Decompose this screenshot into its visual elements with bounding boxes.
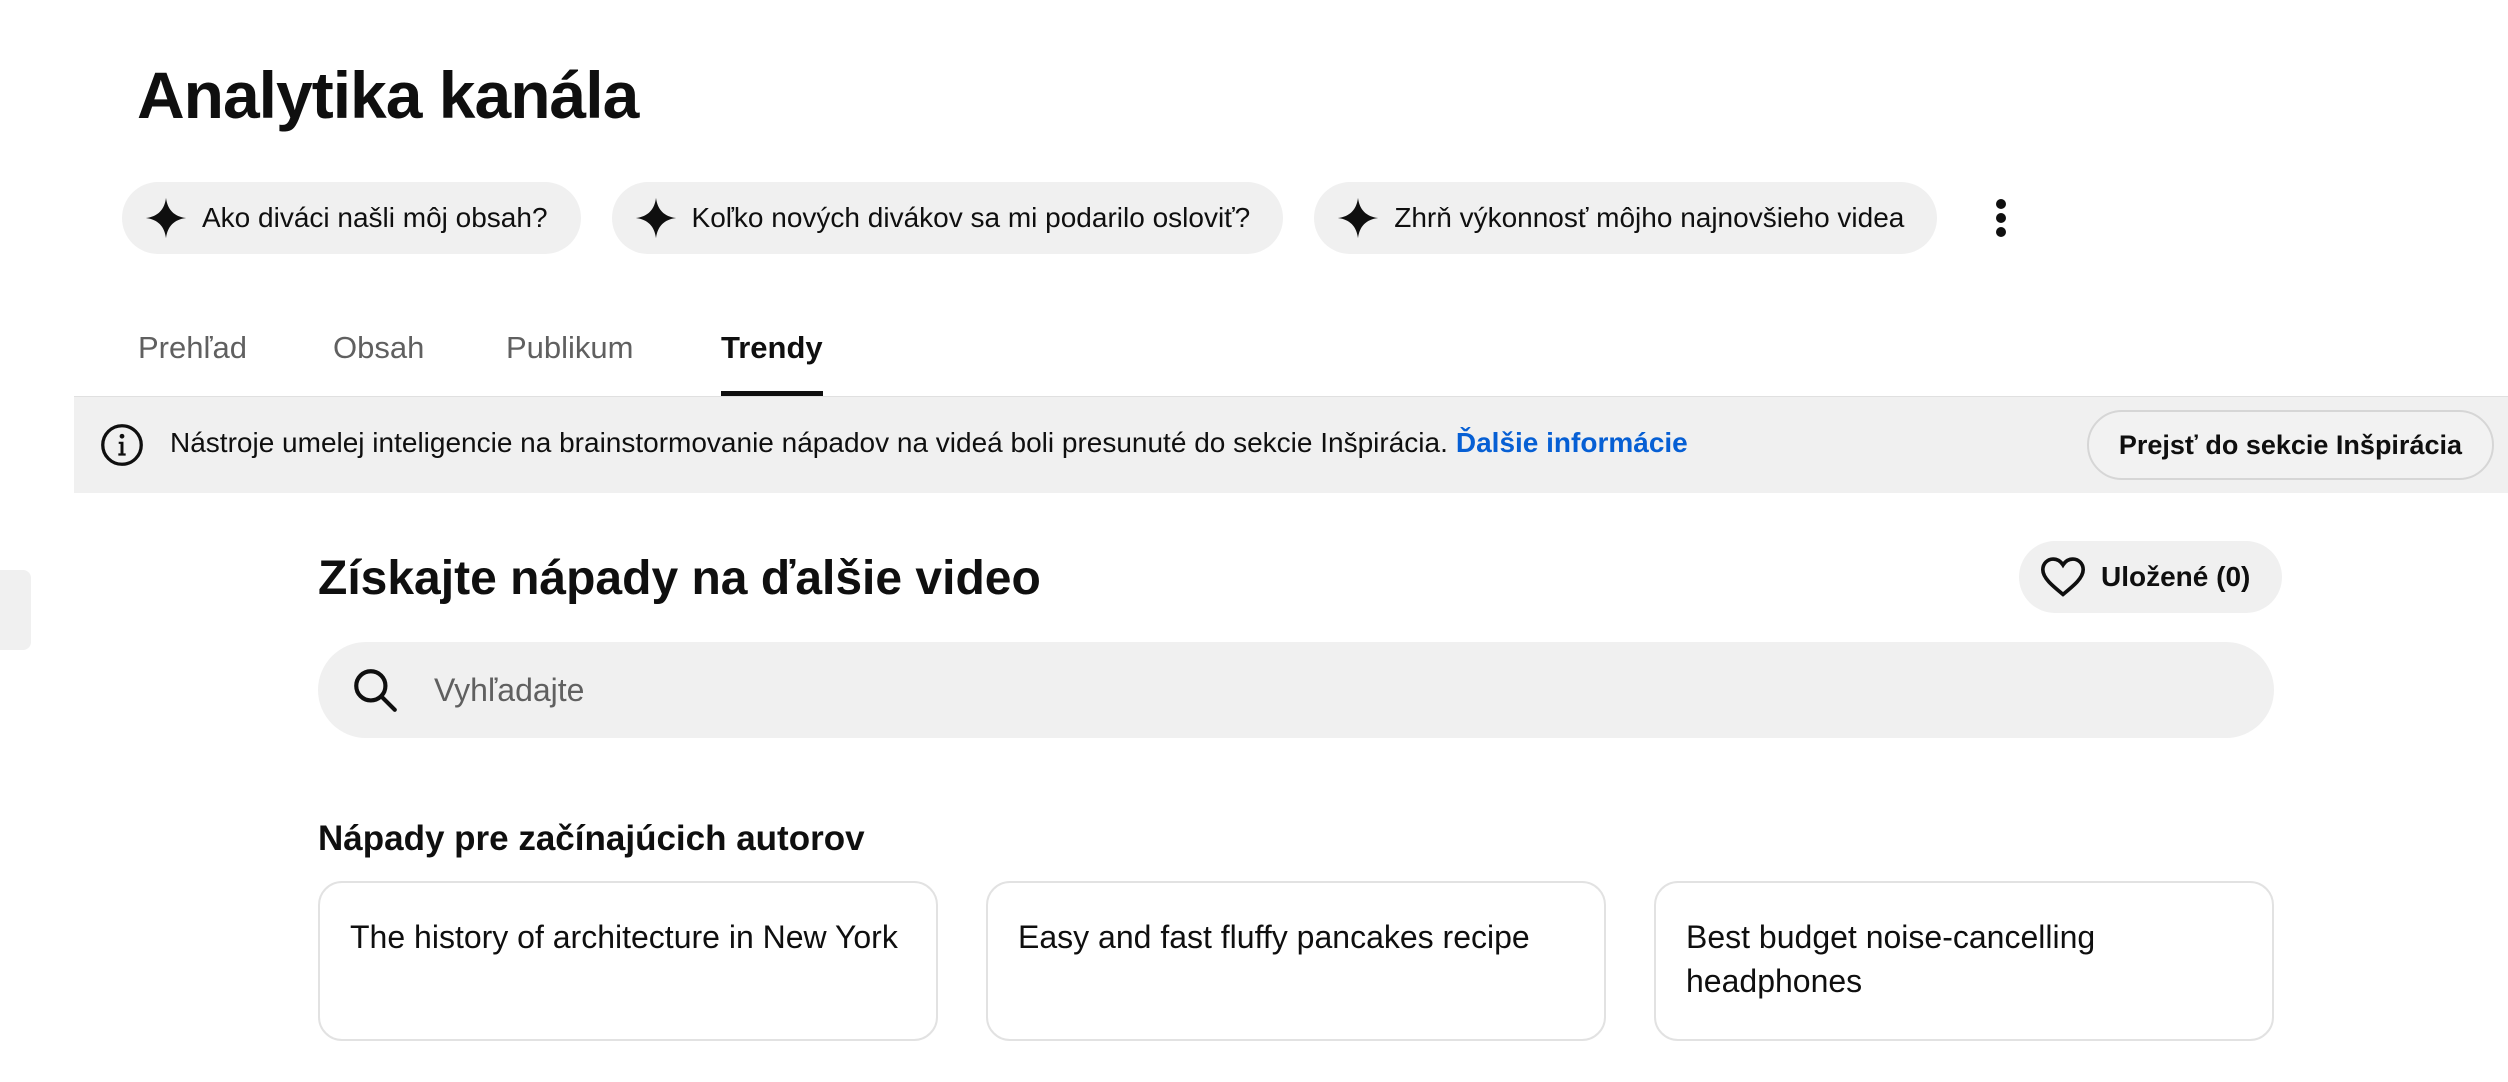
idea-cards: The history of architecture in New York … bbox=[318, 881, 2274, 1041]
saved-ideas-button[interactable]: Uložené (0) bbox=[2019, 541, 2283, 613]
sparkle-icon bbox=[1338, 197, 1379, 239]
info-icon bbox=[101, 424, 143, 466]
chip-label: Koľko nových divákov sa mi podarilo oslo… bbox=[691, 202, 1251, 233]
info-banner-text: Nástroje umelej inteligencie na brainsto… bbox=[170, 427, 1688, 459]
section-title: Získajte nápady na ďalšie video bbox=[318, 552, 1041, 605]
chip-label: Zhrň výkonnosť môjho najnovšieho videa bbox=[1394, 202, 1905, 233]
chip-summarize-latest-video[interactable]: Zhrň výkonnosť môjho najnovšieho videa bbox=[1314, 182, 1938, 254]
heart-icon bbox=[2040, 557, 2086, 597]
chip-label: Ako diváci našli môj obsah? bbox=[202, 202, 548, 233]
chip-new-viewers-reached[interactable]: Koľko nových divákov sa mi podarilo oslo… bbox=[611, 182, 1284, 254]
search-icon bbox=[354, 669, 397, 712]
idea-card[interactable]: Easy and fast fluffy pancakes recipe bbox=[986, 881, 1606, 1041]
tab-trends[interactable]: Trendy bbox=[721, 300, 823, 396]
idea-card[interactable]: Best budget noise-cancelling headphones bbox=[1654, 881, 2274, 1041]
learn-more-link[interactable]: Ďalšie informácie bbox=[1456, 427, 1688, 458]
sparkle-icon bbox=[635, 197, 676, 239]
search-input[interactable] bbox=[432, 670, 2136, 710]
side-panel-handle[interactable] bbox=[0, 570, 31, 650]
info-banner: Nástroje umelej inteligencie na brainsto… bbox=[74, 396, 2508, 493]
analytics-tabs: Prehľad Obsah Publikum Trendy bbox=[0, 300, 2508, 396]
info-message: Nástroje umelej inteligencie na brainsto… bbox=[170, 427, 1448, 458]
beginner-ideas-heading: Nápady pre začínajúcich autorov bbox=[318, 819, 865, 858]
search-bar bbox=[318, 642, 2274, 738]
more-options-button[interactable] bbox=[1971, 188, 2031, 248]
ai-suggestion-chips: Ako diváci našli môj obsah? Koľko nových… bbox=[122, 182, 2031, 254]
page-title: Analytika kanála bbox=[137, 58, 639, 132]
more-vertical-icon bbox=[1996, 199, 2007, 237]
go-to-inspiration-button[interactable]: Prejsť do sekcie Inšpirácia bbox=[2086, 410, 2494, 480]
tab-overview[interactable]: Prehľad bbox=[138, 300, 247, 396]
chip-how-viewers-found-content[interactable]: Ako diváci našli môj obsah? bbox=[122, 182, 581, 254]
idea-card[interactable]: The history of architecture in New York bbox=[318, 881, 938, 1041]
sparkle-icon bbox=[145, 197, 187, 239]
saved-label: Uložené (0) bbox=[2101, 561, 2251, 592]
tab-content[interactable]: Obsah bbox=[333, 300, 424, 396]
tab-audience[interactable]: Publikum bbox=[506, 300, 634, 396]
